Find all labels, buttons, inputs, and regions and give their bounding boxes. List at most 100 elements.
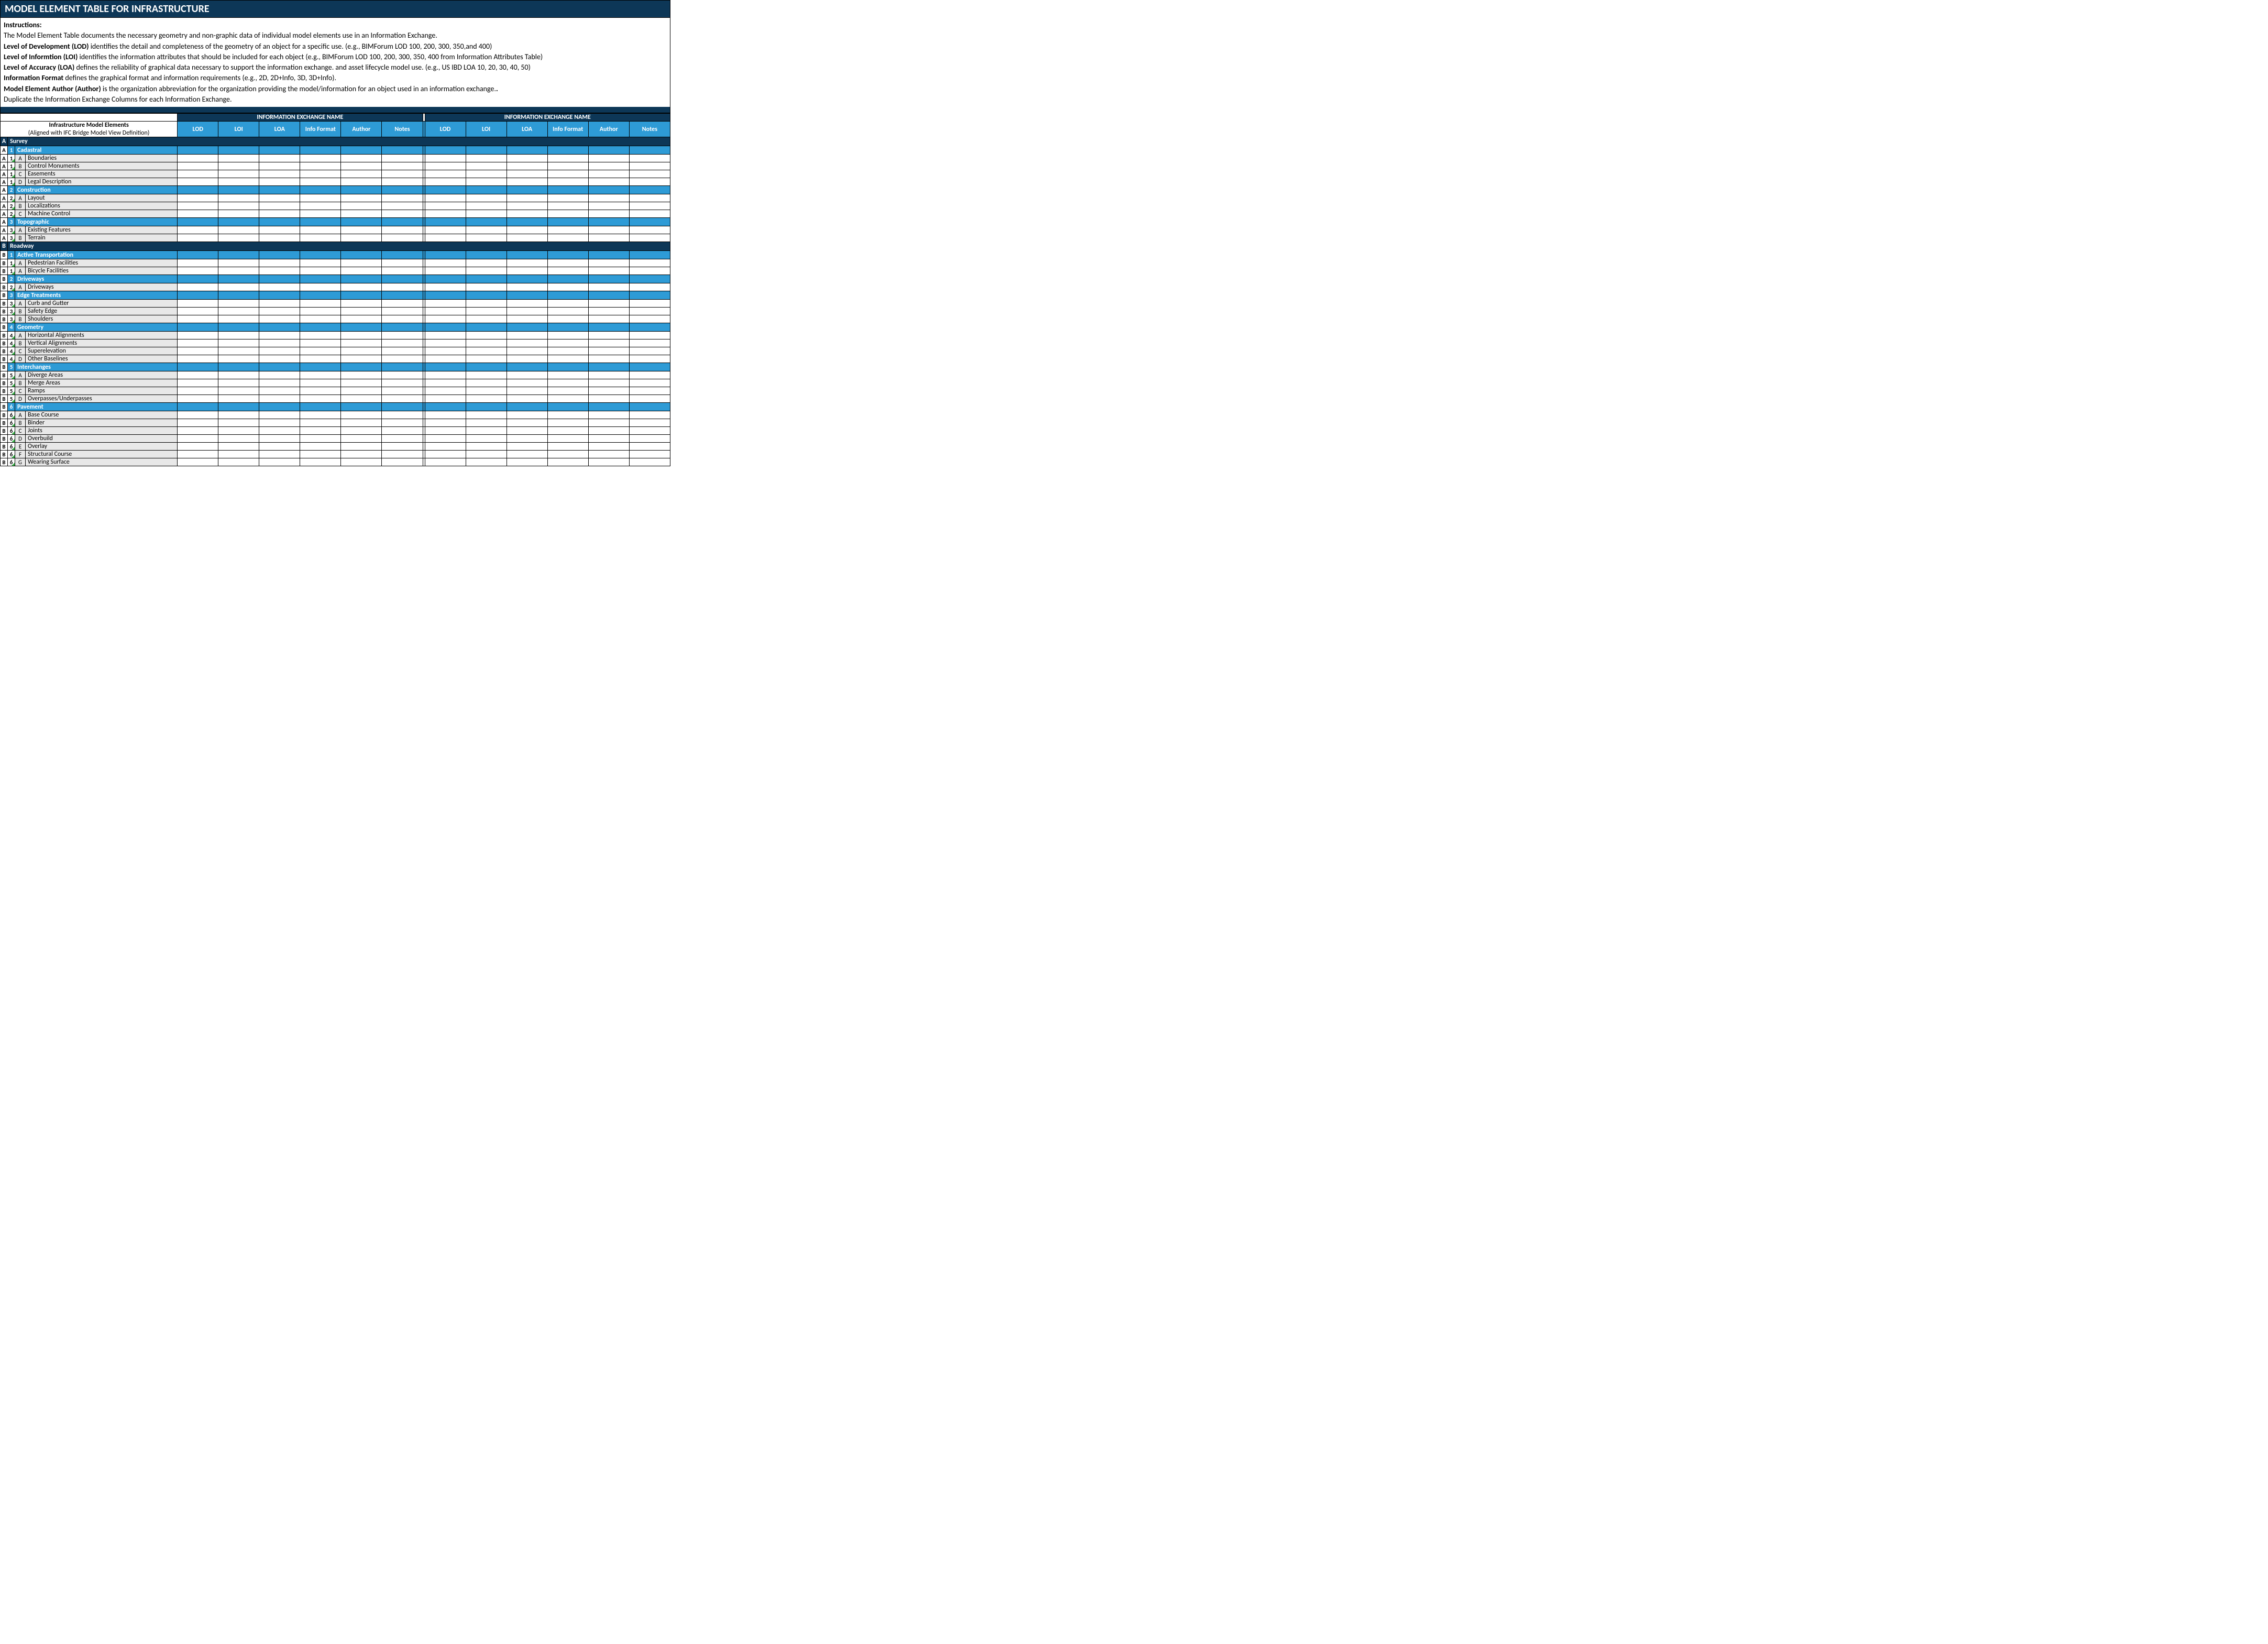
data-cell[interactable]	[629, 458, 670, 466]
data-cell[interactable]	[588, 194, 629, 202]
data-cell[interactable]	[425, 332, 466, 339]
data-cell[interactable]	[507, 355, 547, 363]
data-cell[interactable]	[588, 347, 629, 355]
data-cell[interactable]	[300, 218, 341, 226]
data-cell[interactable]	[425, 363, 466, 371]
data-cell[interactable]	[341, 458, 382, 466]
data-cell[interactable]	[178, 275, 218, 283]
data-cell[interactable]	[218, 387, 259, 395]
data-cell[interactable]	[629, 162, 670, 170]
data-cell[interactable]	[300, 435, 341, 443]
data-cell[interactable]	[259, 267, 300, 275]
data-cell[interactable]	[341, 443, 382, 451]
data-cell[interactable]	[425, 387, 466, 395]
data-cell[interactable]	[218, 458, 259, 466]
data-cell[interactable]	[341, 419, 382, 427]
data-cell[interactable]	[341, 308, 382, 315]
data-cell[interactable]	[547, 411, 588, 419]
data-cell[interactable]	[300, 419, 341, 427]
data-cell[interactable]	[218, 186, 259, 194]
data-cell[interactable]	[382, 283, 423, 291]
data-cell[interactable]	[341, 300, 382, 308]
data-cell[interactable]	[178, 443, 218, 451]
data-cell[interactable]	[341, 259, 382, 267]
data-cell[interactable]	[178, 170, 218, 178]
data-cell[interactable]	[382, 267, 423, 275]
data-cell[interactable]	[507, 234, 547, 242]
data-cell[interactable]	[218, 308, 259, 315]
data-cell[interactable]	[178, 210, 218, 218]
data-cell[interactable]	[218, 332, 259, 339]
data-cell[interactable]	[259, 395, 300, 403]
data-cell[interactable]	[341, 451, 382, 458]
data-cell[interactable]	[300, 291, 341, 300]
data-cell[interactable]	[588, 202, 629, 210]
data-cell[interactable]	[629, 210, 670, 218]
data-cell[interactable]	[425, 379, 466, 387]
data-cell[interactable]	[300, 226, 341, 234]
data-cell[interactable]	[507, 226, 547, 234]
data-cell[interactable]	[382, 458, 423, 466]
data-cell[interactable]	[341, 210, 382, 218]
data-cell[interactable]	[507, 259, 547, 267]
data-cell[interactable]	[547, 162, 588, 170]
data-cell[interactable]	[218, 347, 259, 355]
data-cell[interactable]	[300, 251, 341, 259]
data-cell[interactable]	[629, 251, 670, 259]
data-cell[interactable]	[341, 251, 382, 259]
data-cell[interactable]	[588, 210, 629, 218]
data-cell[interactable]	[218, 170, 259, 178]
data-cell[interactable]	[425, 395, 466, 403]
data-cell[interactable]	[382, 146, 423, 155]
data-cell[interactable]	[425, 300, 466, 308]
data-cell[interactable]	[588, 283, 629, 291]
data-cell[interactable]	[466, 435, 507, 443]
data-cell[interactable]	[507, 332, 547, 339]
data-cell[interactable]	[382, 443, 423, 451]
data-cell[interactable]	[547, 435, 588, 443]
data-cell[interactable]	[629, 451, 670, 458]
data-cell[interactable]	[507, 458, 547, 466]
data-cell[interactable]	[259, 371, 300, 379]
data-cell[interactable]	[259, 210, 300, 218]
data-cell[interactable]	[547, 194, 588, 202]
data-cell[interactable]	[259, 403, 300, 411]
data-cell[interactable]	[178, 403, 218, 411]
data-cell[interactable]	[341, 355, 382, 363]
data-cell[interactable]	[466, 387, 507, 395]
data-cell[interactable]	[218, 371, 259, 379]
data-cell[interactable]	[466, 267, 507, 275]
data-cell[interactable]	[588, 267, 629, 275]
data-cell[interactable]	[425, 371, 466, 379]
data-cell[interactable]	[341, 218, 382, 226]
data-cell[interactable]	[588, 323, 629, 332]
data-cell[interactable]	[629, 170, 670, 178]
data-cell[interactable]	[178, 435, 218, 443]
data-cell[interactable]	[466, 226, 507, 234]
data-cell[interactable]	[178, 411, 218, 419]
data-cell[interactable]	[300, 308, 341, 315]
data-cell[interactable]	[588, 300, 629, 308]
data-cell[interactable]	[588, 218, 629, 226]
data-cell[interactable]	[300, 186, 341, 194]
data-cell[interactable]	[341, 315, 382, 323]
data-cell[interactable]	[547, 395, 588, 403]
data-cell[interactable]	[341, 146, 382, 155]
data-cell[interactable]	[588, 371, 629, 379]
data-cell[interactable]	[547, 355, 588, 363]
data-cell[interactable]	[507, 387, 547, 395]
data-cell[interactable]	[547, 332, 588, 339]
data-cell[interactable]	[218, 411, 259, 419]
data-cell[interactable]	[382, 419, 423, 427]
data-cell[interactable]	[178, 339, 218, 347]
data-cell[interactable]	[178, 155, 218, 162]
data-cell[interactable]	[466, 363, 507, 371]
data-cell[interactable]	[178, 347, 218, 355]
data-cell[interactable]	[300, 387, 341, 395]
data-cell[interactable]	[547, 427, 588, 435]
data-cell[interactable]	[300, 451, 341, 458]
data-cell[interactable]	[507, 170, 547, 178]
data-cell[interactable]	[382, 162, 423, 170]
data-cell[interactable]	[300, 300, 341, 308]
data-cell[interactable]	[425, 186, 466, 194]
